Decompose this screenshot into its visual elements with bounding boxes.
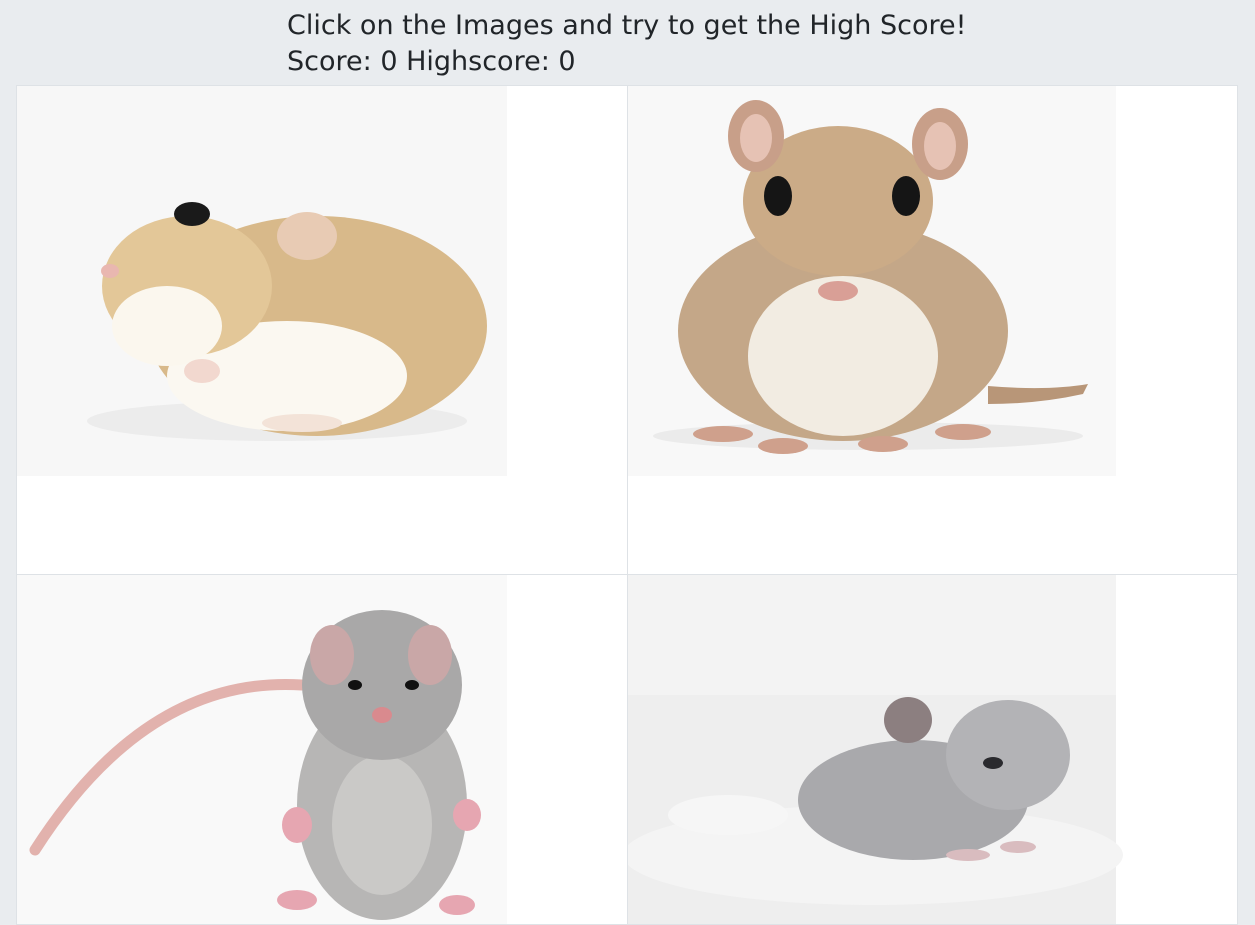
instructions-text: Click on the Images and try to get the H… <box>287 10 967 41</box>
score-label: Score: <box>287 46 372 77</box>
card-chinchilla[interactable] <box>627 574 1238 925</box>
chinchilla-image[interactable] <box>628 575 1238 925</box>
highscore-value: 0 <box>558 46 576 77</box>
card-hamster[interactable] <box>16 85 628 575</box>
game-header: Click on the Images and try to get the H… <box>287 8 966 80</box>
card-mouse[interactable] <box>16 574 628 925</box>
highscore-label: Highscore: <box>406 46 550 77</box>
hamster-image[interactable] <box>17 86 628 575</box>
image-grid <box>16 85 1238 925</box>
score-value: 0 <box>380 46 398 77</box>
card-gerbil[interactable] <box>627 85 1238 575</box>
mouse-image[interactable] <box>17 575 628 925</box>
score-line: Score: 0 Highscore: 0 <box>287 44 966 80</box>
gerbil-image[interactable] <box>628 86 1238 575</box>
